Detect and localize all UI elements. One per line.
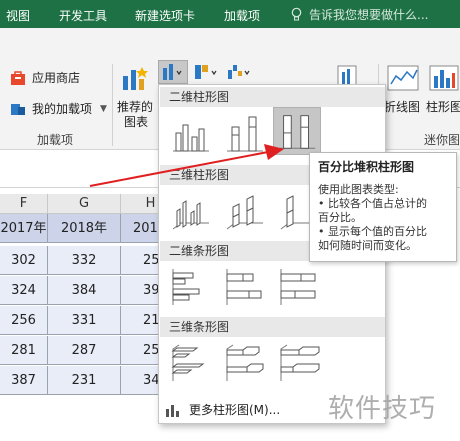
insert-waterfall-chart-button[interactable]: [226, 62, 254, 82]
recommended-charts-button[interactable]: 推荐的 图表: [116, 62, 156, 132]
table-cell[interactable]: 256: [0, 306, 48, 335]
table-cell[interactable]: 287: [48, 336, 121, 365]
waterfall-chart-icon: [228, 65, 250, 79]
3d-stacked-column-icon[interactable]: [223, 189, 267, 233]
tab-view[interactable]: 视图: [6, 7, 30, 24]
3d-stacked-bar-icon[interactable]: [223, 341, 267, 385]
chart-type-tooltip: 百分比堆积柱形图 使用此图表类型: • 比较各个值占总计的 百分比。 • 显示每…: [309, 152, 457, 262]
percent-stacked-bar-icon[interactable]: [277, 265, 321, 309]
addins-group-label: 加载项: [37, 133, 74, 147]
table-cell[interactable]: 231: [48, 366, 121, 395]
store-icon: [11, 70, 25, 85]
tell-me-text: 告诉我您想要做什么...: [309, 8, 429, 22]
tooltip-line: • 比较各个值占总计的: [318, 197, 427, 210]
percent-stacked-column-icon[interactable]: [273, 107, 321, 155]
tell-me-box[interactable]: 告诉我您想要做什么...: [290, 6, 428, 23]
section-2d-column: 二维柱形图: [160, 87, 385, 107]
tooltip-line: • 显示每个值的百分比: [318, 225, 427, 238]
stacked-bar-icon[interactable]: [223, 265, 267, 309]
my-addins-button[interactable]: 我的加载项 ▼: [10, 100, 107, 117]
sparkline-line-button[interactable]: 折线图: [384, 62, 424, 122]
chevron-down-icon[interactable]: ▼: [100, 104, 107, 114]
ribbon-tab-bar: 视图 开发工具 新建选项卡 加载项 告诉我您想要做什么...: [0, 0, 460, 28]
group-divider: [112, 64, 113, 146]
tab-addins[interactable]: 加载项: [224, 7, 260, 24]
tooltip-line: 如何随时间而变化。: [318, 239, 417, 252]
table-cell[interactable]: 387: [0, 366, 48, 395]
table-header-cell[interactable]: 2017年: [0, 214, 48, 243]
recommended-charts-icon: [123, 67, 148, 90]
recommended-label-2: 图表: [124, 115, 149, 129]
clustered-bar-icon[interactable]: [169, 265, 213, 309]
addins-icon: [11, 103, 25, 115]
table-cell[interactable]: 331: [48, 306, 121, 335]
app-store-button[interactable]: 应用商店: [10, 69, 80, 86]
table-cell[interactable]: 324: [0, 276, 48, 305]
tooltip-line: 百分比。: [318, 211, 362, 224]
table-header-cell[interactable]: 2018年: [48, 214, 121, 243]
insert-bar-chart-button[interactable]: [193, 62, 221, 82]
lightbulb-icon: [291, 7, 302, 21]
tooltip-title: 百分比堆积柱形图: [318, 160, 415, 174]
column-chart-small-icon: [166, 404, 179, 417]
section-3d-bar: 三维条形图: [160, 317, 385, 337]
3d-clustered-bar-icon[interactable]: [169, 341, 213, 385]
column-sparkline-icon: [429, 65, 459, 91]
column-chart-icon: [163, 64, 182, 80]
sparkline-column-button[interactable]: 柱形图: [426, 62, 460, 122]
column-sparkline-label: 柱形图: [426, 100, 460, 114]
watermark-text: 软件技巧: [328, 394, 437, 424]
stacked-column-icon[interactable]: [223, 111, 267, 155]
table-cell[interactable]: 332: [48, 246, 121, 275]
app-store-label: 应用商店: [32, 71, 81, 85]
hierarchy-chart-icon: [195, 65, 217, 79]
sparklines-group-label: 迷你图: [424, 133, 460, 147]
line-sparkline-label: 折线图: [384, 100, 421, 114]
column-header-g[interactable]: G: [48, 194, 121, 214]
my-addins-label: 我的加载项: [32, 102, 93, 116]
column-header-f[interactable]: F: [0, 194, 48, 214]
more-column-charts-link[interactable]: 更多柱形图(M)...: [165, 401, 280, 418]
3d-clustered-column-icon[interactable]: [169, 189, 213, 233]
line-sparkline-icon: [387, 65, 419, 91]
clustered-column-icon[interactable]: [169, 111, 213, 155]
more-column-charts-label: 更多柱形图(M)...: [189, 403, 281, 417]
tab-new[interactable]: 新建选项卡: [135, 7, 195, 24]
table-cell[interactable]: 302: [0, 246, 48, 275]
3d-percent-stacked-bar-icon[interactable]: [277, 341, 321, 385]
tab-developer[interactable]: 开发工具: [59, 7, 107, 24]
insert-column-chart-button[interactable]: [158, 60, 188, 84]
tooltip-line: 使用此图表类型:: [318, 183, 399, 196]
table-cell[interactable]: 384: [48, 276, 121, 305]
table-cell[interactable]: 281: [0, 336, 48, 365]
